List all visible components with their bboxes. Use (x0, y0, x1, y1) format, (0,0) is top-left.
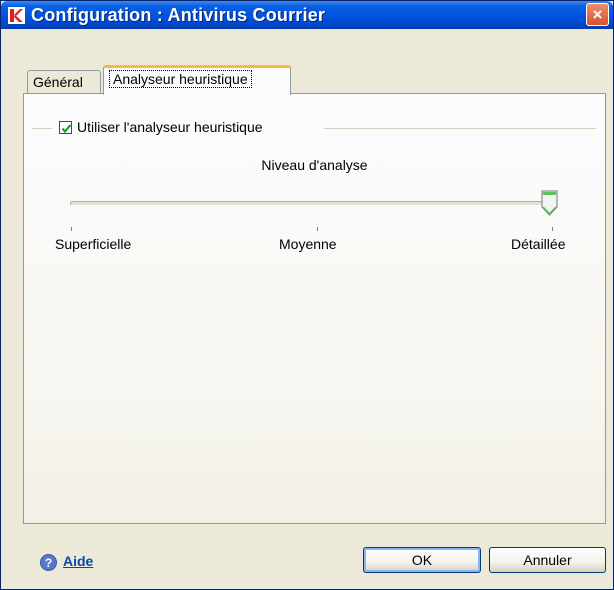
tab-general-label: Général (33, 74, 83, 90)
slider-tick-moyenne (317, 227, 318, 231)
cancel-button-label: Annuler (523, 552, 572, 568)
cancel-button[interactable]: Annuler (489, 547, 606, 573)
help-link[interactable]: Aide (63, 553, 93, 569)
configuration-dialog: Configuration : Antivirus Courrier × Gén… (0, 0, 614, 590)
level-label-moyenne: Moyenne (279, 236, 337, 252)
title-bar[interactable]: Configuration : Antivirus Courrier × (1, 1, 613, 29)
slider-tick-superficielle (71, 227, 72, 231)
question-circle-icon[interactable]: ? (40, 554, 57, 571)
ok-button-label: OK (411, 552, 433, 568)
heuristic-checkbox-row[interactable]: Utiliser l'analyseur heuristique (56, 119, 266, 135)
window-title: Configuration : Antivirus Courrier (31, 5, 326, 25)
tab-heuristic-analyzer[interactable]: Analyseur heuristique (103, 65, 291, 95)
level-label-detaillee: Détaillée (511, 236, 566, 252)
analysis-level-title: Niveau d'analyse (261, 157, 368, 173)
close-button[interactable]: × (586, 3, 609, 26)
group-line-left (32, 128, 52, 129)
heuristic-checkbox-label: Utiliser l'analyseur heuristique (77, 119, 263, 135)
analysis-level-slider-thumb[interactable] (541, 190, 558, 216)
ok-button[interactable]: OK (363, 547, 481, 573)
level-label-superficielle: Superficielle (55, 236, 132, 252)
close-icon: × (592, 5, 603, 24)
tab-general[interactable]: Général (27, 70, 101, 94)
group-line-right (324, 128, 596, 129)
tab-heuristic-analyzer-label: Analyseur heuristique (109, 70, 252, 88)
checkmark-icon (61, 123, 72, 133)
kaspersky-k-icon (8, 7, 25, 24)
svg-text:?: ? (45, 556, 52, 570)
slider-tick-detaillee (552, 227, 553, 231)
tab-panel: Utiliser l'analyseur heuristique Niveau … (23, 93, 606, 524)
analysis-level-slider-track[interactable] (70, 201, 552, 206)
heuristic-checkbox[interactable] (59, 120, 72, 134)
